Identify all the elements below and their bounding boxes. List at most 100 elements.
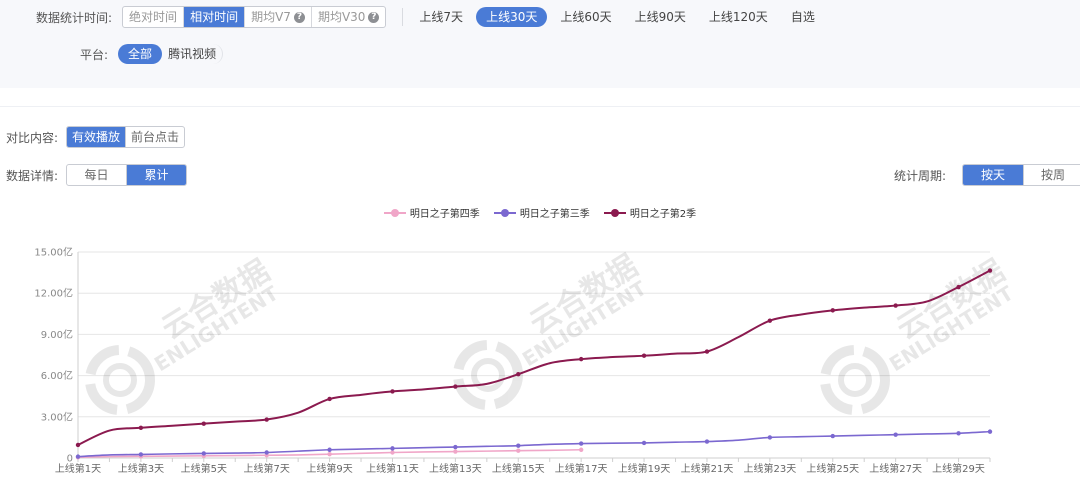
data-point: [987, 268, 993, 273]
series-line: [77, 430, 991, 458]
data-point: [893, 303, 898, 308]
x-tick-label: 上线第3天: [118, 462, 164, 475]
watermark: 云合数据ENLIGHTENT: [820, 254, 1018, 415]
data-point: [453, 444, 458, 450]
data-point: [578, 447, 584, 452]
x-tick-label: 上线第25天: [806, 462, 859, 475]
data-point: [390, 450, 395, 455]
compare-effective-play[interactable]: 有效播放: [67, 127, 126, 147]
legend-item-season-3[interactable]: 明日之子第三季: [493, 205, 590, 220]
period-label: 统计周期:: [894, 168, 947, 183]
time-mode-relative[interactable]: 相对时间: [183, 7, 245, 27]
legend-marker: [493, 208, 516, 218]
compare-selector: 有效播放 前台点击: [66, 126, 186, 148]
platform-all[interactable]: 全部: [118, 44, 163, 64]
data-point: [390, 446, 395, 451]
data-point: [138, 452, 144, 457]
data-point: [578, 356, 584, 362]
data-point: [516, 372, 521, 377]
platform-tencent-video[interactable]: 腾讯视频: [162, 44, 224, 64]
data-point: [390, 389, 395, 394]
y-tick-label: 6.00亿: [41, 369, 73, 382]
data-point: [830, 433, 835, 439]
x-tick-label: 上线第1天: [55, 462, 101, 475]
series-group: [75, 429, 993, 459]
legend-item-season-2[interactable]: 明日之子第2季: [603, 205, 697, 220]
legend-marker: [383, 208, 406, 218]
data-point: [893, 432, 898, 437]
time-mode-selector: 绝对时间 相对时间 期均V7? 期均V30?: [122, 6, 387, 28]
compare-label: 对比内容:: [6, 130, 59, 145]
data-point: [516, 448, 521, 453]
period-by-day[interactable]: 按天: [963, 165, 1024, 185]
data-point: [201, 421, 206, 426]
range-60-days[interactable]: 上线60天: [550, 7, 621, 27]
data-point: [453, 449, 458, 454]
help-icon[interactable]: ?: [293, 11, 305, 23]
data-point: [138, 425, 144, 430]
legend-label: 明日之子第三季: [519, 209, 590, 220]
detail-label: 数据详情:: [6, 168, 59, 183]
time-filter-label: 数据统计时间:: [36, 10, 113, 25]
legend-marker: [603, 208, 626, 218]
detail-row: 数据详情: 每日 累计: [6, 164, 188, 186]
time-mode-avg-v30[interactable]: 期均V30?: [310, 7, 385, 27]
data-point: [830, 308, 835, 313]
range-30-days[interactable]: 上线30天: [476, 7, 548, 27]
detail-cumulative[interactable]: 累计: [126, 165, 187, 185]
legend-label: 明日之子第四季: [409, 209, 480, 220]
range-120-days[interactable]: 上线120天: [699, 7, 778, 27]
data-point: [641, 353, 647, 358]
x-tick-label: 上线第19天: [618, 462, 671, 475]
period-by-week[interactable]: 按周: [1023, 165, 1080, 185]
data-point: [201, 451, 206, 456]
detail-daily[interactable]: 每日: [67, 165, 126, 185]
y-tick-label: 0: [67, 454, 73, 465]
data-point: [704, 349, 710, 354]
x-tick-label: 上线第15天: [492, 462, 545, 475]
watermark-logo-icon: [838, 363, 872, 397]
x-tick-label: 上线第27天: [869, 462, 922, 475]
y-tick-label: 12.00亿: [34, 287, 73, 300]
x-tick-label: 上线第29天: [932, 462, 985, 475]
data-point: [987, 429, 993, 434]
watermark-logo-icon: [453, 340, 523, 410]
legend-item-season-4[interactable]: 明日之子第四季: [383, 205, 480, 220]
time-mode-absolute[interactable]: 绝对时间: [123, 7, 183, 27]
help-icon[interactable]: ?: [368, 11, 380, 23]
data-point: [453, 384, 458, 389]
data-point: [264, 417, 269, 422]
range-7-days[interactable]: 上线7天: [409, 7, 473, 27]
x-tick-label: 上线第11天: [366, 462, 419, 475]
x-tick-label: 上线第7天: [244, 462, 290, 475]
period-selector: 按天 按周: [962, 164, 1080, 186]
watermark-layer: 云合数据ENLIGHTENT 云合数据ENLIGHTENT 云合数据ENLIGHTE…: [85, 249, 1018, 415]
platform-filter-row: 平台: 全部 腾讯视频: [80, 44, 224, 64]
detail-selector: 每日 累计: [66, 164, 188, 186]
watermark: 云合数据ENLIGHTENT: [453, 249, 651, 410]
y-tick-label: 9.00亿: [41, 328, 73, 341]
data-point: [578, 441, 584, 446]
range-custom[interactable]: 自选: [781, 7, 825, 27]
time-filter-row: 数据统计时间: 绝对时间 相对时间 期均V7? 期均V30? 上线7天 上线30…: [36, 6, 825, 28]
data-point: [327, 396, 332, 402]
x-tick-label: 上线第13天: [429, 462, 482, 475]
data-point: [264, 450, 269, 455]
watermark: 云合数据ENLIGHTENT: [85, 254, 283, 415]
line-chart: 云合数据ENLIGHTENT 云合数据ENLIGHTENT 云合数据ENLIGHTE…: [34, 246, 1018, 476]
data-point: [516, 443, 521, 448]
y-tick-label: 15.00亿: [34, 246, 73, 259]
legend-label: 明日之子第2季: [629, 209, 697, 220]
x-tick-label: 上线第9天: [306, 462, 352, 475]
data-point: [327, 451, 332, 457]
data-point: [956, 431, 961, 436]
x-tick-label: 上线第5天: [181, 462, 227, 475]
platform-label: 平台:: [80, 47, 109, 62]
range-90-days[interactable]: 上线90天: [625, 7, 696, 27]
compare-front-click[interactable]: 前台点击: [125, 127, 184, 147]
x-tick-label: 上线第17天: [555, 462, 608, 475]
quick-range-group: 上线7天 上线30天 上线60天 上线90天 上线120天 自选: [409, 7, 824, 27]
period-row: 统计周期: 按天 按周: [894, 164, 1080, 186]
time-mode-avg-v7[interactable]: 期均V7?: [244, 7, 311, 27]
data-point: [75, 442, 81, 448]
